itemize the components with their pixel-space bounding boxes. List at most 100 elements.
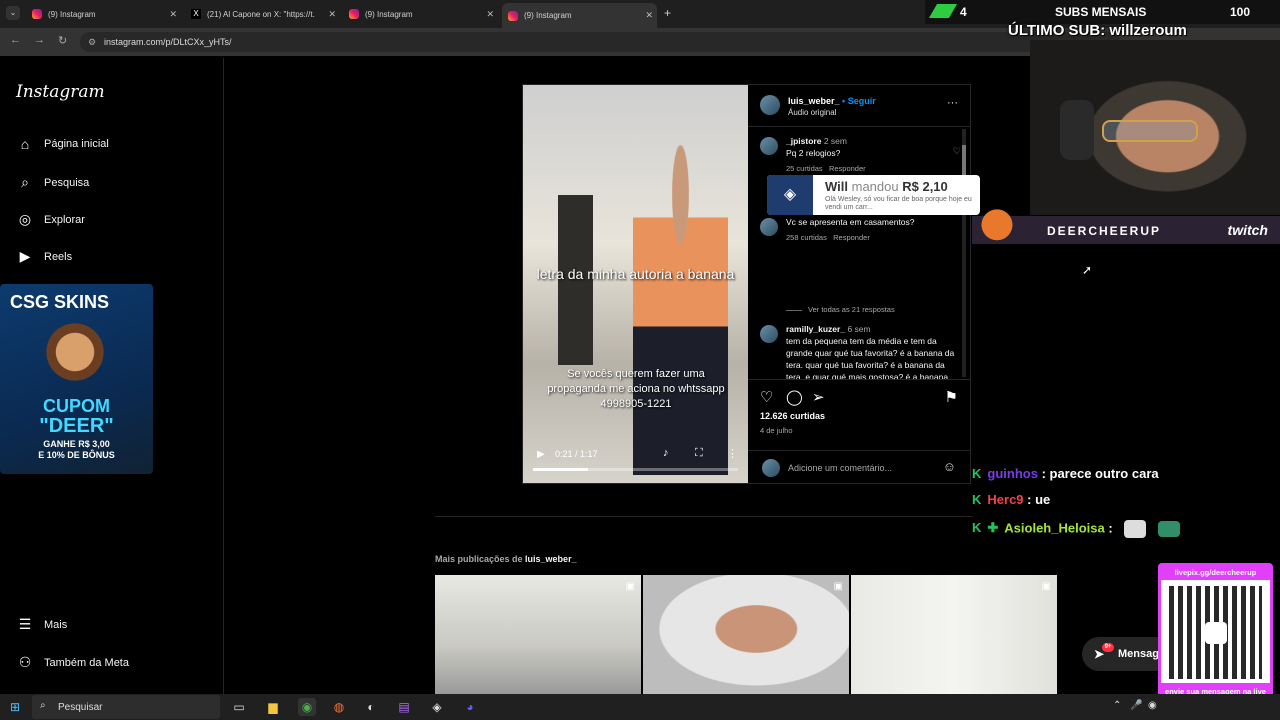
avatar[interactable] (760, 325, 778, 343)
obs-icon[interactable]: ◐ (362, 698, 380, 716)
task-view-icon[interactable]: ▭ (230, 698, 248, 716)
discord-icon[interactable]: ◕ (461, 698, 479, 716)
reels-icon: ▶ (19, 248, 31, 264)
comment-likes[interactable]: 258 curtidas (786, 233, 827, 242)
file-explorer-icon[interactable]: ▆ (264, 698, 282, 716)
emoji-icon[interactable]: ☺ (943, 459, 956, 474)
sidebar-item-more[interactable]: ☰ Mais (16, 616, 68, 633)
windows-start-icon[interactable]: ⊞ (10, 700, 20, 714)
post-thumbnail[interactable]: ▣ (435, 575, 641, 695)
comment-likes[interactable]: 25 curtidas (786, 164, 823, 173)
video-progress[interactable] (533, 468, 738, 471)
tab-list-button[interactable]: ⌄ (6, 6, 20, 20)
browser-tab-3[interactable]: (9) Instagram ✕ (343, 4, 498, 24)
chat-text: : ue (1027, 492, 1051, 507)
close-icon[interactable]: ✕ (328, 9, 336, 20)
new-tab-icon[interactable]: + (664, 6, 671, 20)
sidebar-item-label: Pesquisa (44, 176, 90, 189)
instagram-logo[interactable]: Instagram (16, 82, 105, 102)
add-comment-bar: Adicione um comentário... ☺ (748, 450, 970, 484)
qr-code-icon (1169, 586, 1262, 679)
instagram-icon (508, 10, 518, 21)
twitch-app-icon[interactable]: ▤ (395, 698, 413, 716)
qr-url: livepix.gg/deercheerup (1161, 566, 1270, 580)
donation-amount: R$ 2,10 (902, 179, 948, 194)
site-info-icon[interactable]: ⚙ (88, 32, 96, 52)
play-icon[interactable]: ▶ (537, 449, 545, 460)
save-icon[interactable]: ⚑ (945, 388, 958, 406)
post-audio[interactable]: Áudio original (788, 108, 836, 117)
last-sub: ÚLTIMO SUB: willzeroum (1008, 22, 1187, 39)
close-icon[interactable]: ✕ (486, 9, 494, 20)
tray-chevron-icon[interactable]: ⌃ (1113, 700, 1121, 711)
reply-button[interactable]: Responder (829, 164, 866, 173)
emote-icon (1157, 521, 1180, 537)
sidebar-item-explore[interactable]: ◎ Explorar (16, 211, 85, 228)
tab-label: (9) Instagram (48, 9, 96, 19)
comment-text: Pq 2 relogios? (786, 148, 841, 158)
avatar[interactable] (760, 137, 778, 155)
post-date: 4 de julho (760, 426, 793, 435)
taskbar-search-label: Pesquisar (58, 702, 103, 713)
channel-bar: DEERCHEERUP twitch (972, 196, 1280, 244)
see-all-replies[interactable]: Ver todas as 21 respostas (786, 305, 895, 314)
reel-video[interactable]: letra da minha autoria a banana Se vocês… (523, 85, 748, 483)
comments-scrollbar[interactable] (962, 129, 966, 377)
glasses (1102, 120, 1198, 142)
ad-cupom: CUPOM (43, 396, 110, 416)
more-options-icon[interactable]: ⋮ (727, 447, 738, 460)
more-posts-user[interactable]: luis_weber_ (525, 554, 577, 564)
post-username[interactable]: luis_weber_ (788, 96, 840, 106)
likes-count[interactable]: 12.626 curtidas (760, 411, 825, 421)
chat-text: : parece outro cara (1041, 466, 1159, 481)
pix-icon: ◈ (767, 175, 813, 215)
sidebar-item-reels[interactable]: ▶ Reels (16, 248, 73, 265)
comment-icon[interactable]: ◯ (786, 388, 803, 406)
firefox-icon[interactable]: ◍ (330, 698, 348, 716)
post-thumbnail[interactable]: ▣ (851, 575, 1057, 695)
headset (1060, 100, 1094, 160)
kick-icon: K (972, 466, 982, 481)
post-thumbnail[interactable]: ▣ (643, 575, 849, 695)
close-icon[interactable]: ✕ (645, 10, 653, 21)
share-icon[interactable]: ➢ (812, 388, 825, 406)
channel-name: DEERCHEERUP (1047, 224, 1162, 238)
comment-input[interactable]: Adicione um comentário... (788, 463, 892, 473)
chrome-icon[interactable]: ◉ (298, 698, 316, 716)
sidebar-item-label: Reels (44, 250, 73, 263)
heart-icon[interactable]: ♡ (953, 145, 961, 157)
comment-user[interactable]: ramilly_kuzer_ (786, 324, 845, 334)
app-icon[interactable]: ◈ (428, 698, 446, 716)
mouse-cursor-icon: ➚ (1082, 263, 1093, 277)
back-icon[interactable]: ← (10, 34, 21, 46)
follow-button[interactable]: • Seguir (842, 96, 876, 106)
sidebar-item-home[interactable]: ⌂ Página inicial (16, 136, 109, 152)
avatar[interactable] (760, 95, 780, 115)
ad-bonus: GANHE R$ 3,00 E 10% DE BÔNUS (38, 439, 115, 460)
like-icon[interactable]: ♡ (760, 388, 773, 406)
subs-goal-bar: 4 SUBS MENSAIS 100 (925, 0, 1280, 24)
sidebar-item-search[interactable]: ⌕ Pesquisa (16, 174, 89, 191)
browser-tab-1[interactable]: (9) Instagram ✕ (26, 4, 181, 24)
avatar[interactable] (760, 218, 778, 236)
microphone-icon[interactable]: 🎤 (1130, 700, 1142, 711)
windows-taskbar: ⊞ ⌕ Pesquisar ▭ ▆ ◉ ◍ ◐ ▤ ◈ ◕ ⌃ 🎤 ◉ (0, 694, 1280, 720)
close-icon[interactable]: ✕ (169, 9, 177, 20)
comment-item: _jpistore 2 sem Pq 2 relogios? 25 curtid… (760, 135, 961, 175)
browser-tab-4[interactable]: (9) Instagram ✕ (502, 3, 657, 28)
fullscreen-icon[interactable]: ⛶ (695, 447, 703, 460)
post-actions: ♡ ◯ ➢ ⚑ 12.626 curtidas 4 de julho Adici… (748, 379, 970, 483)
volume-icon[interactable]: ♪ (663, 447, 669, 459)
tray-icon[interactable]: ◉ (1148, 700, 1157, 711)
reload-icon[interactable]: ↻ (58, 34, 67, 47)
chat-text: : (1108, 520, 1113, 536)
sidebar-item-label: Explorar (44, 213, 85, 226)
forward-icon[interactable]: → (34, 34, 45, 46)
sidebar-item-meta[interactable]: ⚇ Também da Meta (16, 654, 129, 671)
reply-button[interactable]: Responder (833, 233, 870, 242)
address-bar[interactable]: ⚙ instagram.com/p/DLtCXx_yHTs/ (80, 32, 1120, 52)
taskbar-search[interactable]: ⌕ Pesquisar (32, 695, 220, 719)
more-options-icon[interactable]: ··· (947, 97, 958, 109)
browser-tab-2[interactable]: X (21) Al Capone on X: "https://t. ✕ (185, 4, 340, 24)
comment-user[interactable]: _jpistore (786, 136, 821, 146)
